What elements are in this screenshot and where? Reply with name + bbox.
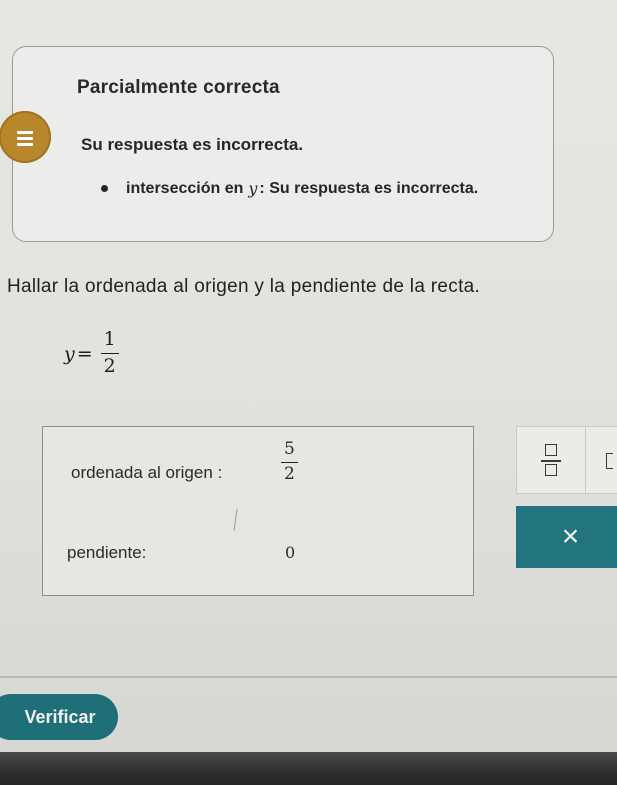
- footer-bar: [0, 752, 617, 785]
- bullet-prefix: intersección en: [126, 179, 244, 197]
- intercept-input[interactable]: 5 2: [281, 439, 298, 484]
- bracket-icon: [606, 453, 613, 469]
- equation-equals: =: [76, 342, 93, 365]
- math-palette: ×: [516, 426, 617, 568]
- equation-numerator: 1: [103, 328, 116, 350]
- slope-input[interactable]: 0: [285, 543, 295, 562]
- bullet-dot: [101, 185, 108, 192]
- intercept-denominator[interactable]: 2: [281, 465, 298, 484]
- bullet-variable: y: [248, 179, 258, 198]
- fraction-button[interactable]: [516, 426, 586, 494]
- status-message: Su respuesta es incorrecta.: [81, 135, 304, 154]
- text-cursor: [233, 509, 238, 531]
- list-lines-icon: [0, 111, 51, 163]
- fraction-icon-bottom: [545, 464, 557, 476]
- slope-label: pendiente:: [67, 543, 147, 562]
- intercept-numerator[interactable]: 5: [281, 440, 298, 459]
- fraction-icon: [545, 444, 557, 456]
- problem-prompt: Hallar la ordenada al origen y la pendie…: [7, 276, 481, 297]
- status-title: Parcialmente correcta: [77, 77, 280, 98]
- fraction-bar: [100, 352, 119, 355]
- bullet-suffix: : Su respuesta es incorrecta.: [259, 179, 479, 197]
- fraction-icon-bar: [541, 460, 561, 462]
- feedback-card: Parcialmente correcta Su respuesta es in…: [0, 46, 554, 242]
- feedback-bullet: intersección en y : Su respuesta es inco…: [101, 179, 478, 198]
- intercept-label: ordenada al origen :: [71, 463, 223, 482]
- divider: [0, 676, 617, 678]
- equation-fraction: 1 2: [100, 328, 119, 378]
- equation-denominator: 2: [103, 355, 116, 378]
- clear-button[interactable]: ×: [516, 506, 617, 568]
- answer-box: ordenada al origen : 5 2 pendiente: 0: [42, 426, 474, 596]
- intercept-fraction-bar: [281, 461, 298, 464]
- bracket-button[interactable]: [586, 426, 617, 494]
- equation-lhs: y: [64, 342, 75, 365]
- equation: y = 1 2: [64, 328, 119, 378]
- verify-button[interactable]: Verificar: [0, 694, 118, 740]
